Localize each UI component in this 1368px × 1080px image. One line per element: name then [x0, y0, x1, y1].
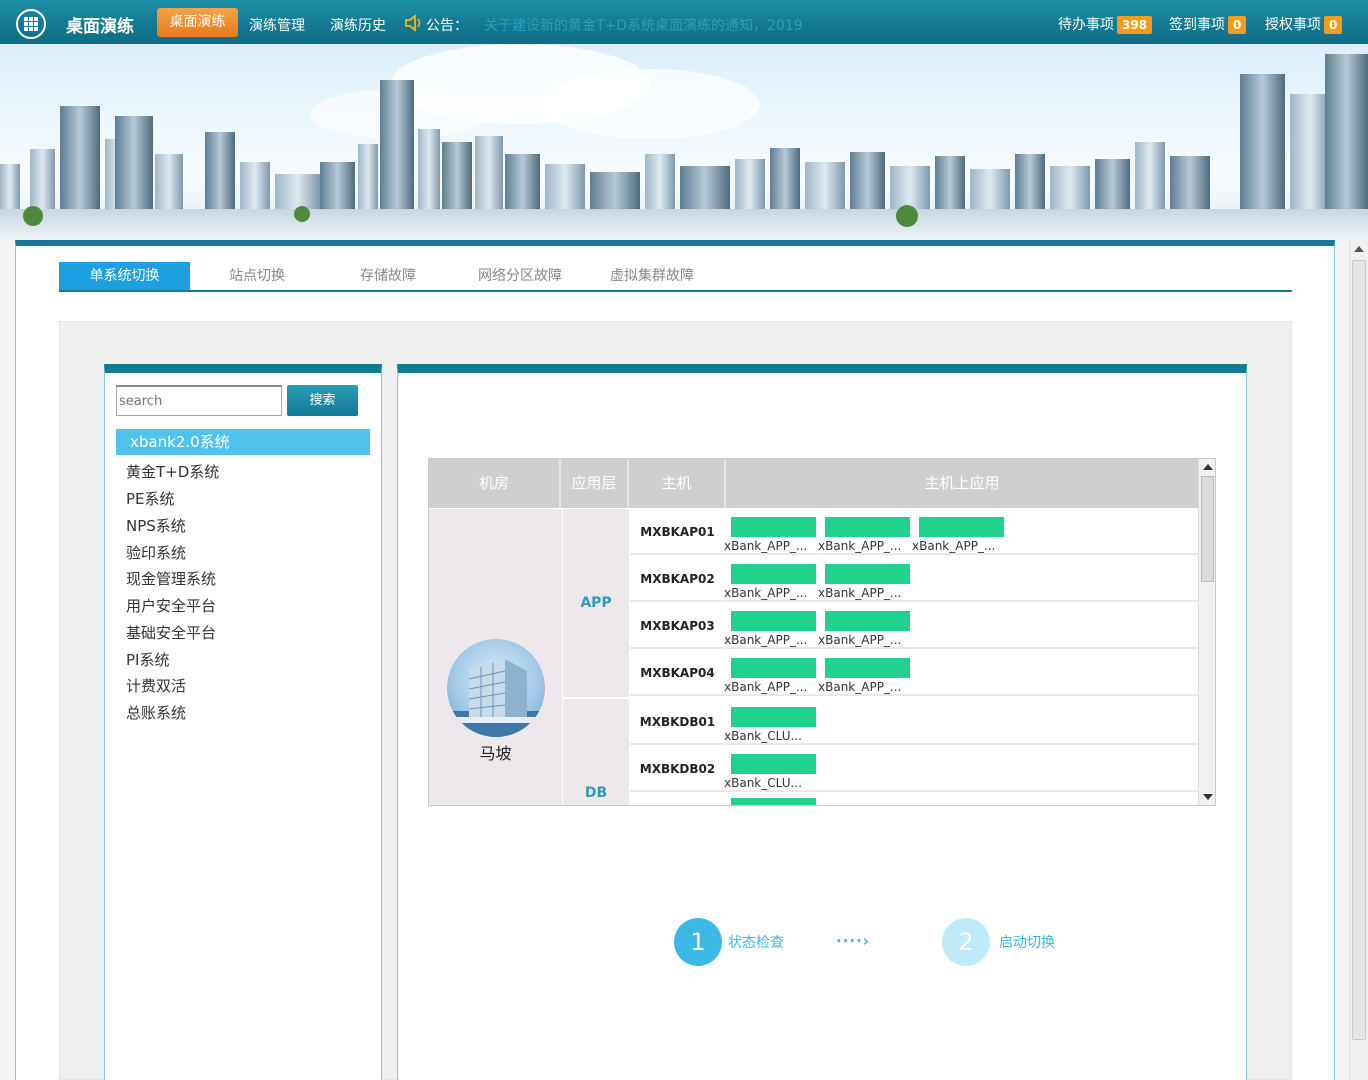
building-icon	[447, 659, 545, 737]
app-status-bar[interactable]	[825, 611, 910, 631]
header-room: 机房	[429, 459, 561, 508]
system-item-xbank[interactable]: xbank2.0系统	[116, 429, 370, 455]
scroll-down-icon[interactable]	[1203, 794, 1213, 800]
scroll-up-icon[interactable]	[1354, 246, 1364, 252]
step-2-circle[interactable]: 2	[942, 918, 990, 966]
skyline-image	[0, 44, 1368, 240]
todo-signin-label: 签到事项	[1169, 17, 1225, 33]
app-label: xBank_APP_...	[818, 633, 902, 647]
host-mxbkdb02[interactable]: MXBKDB02	[630, 746, 725, 792]
nav-drill-management[interactable]: 演练管理	[249, 15, 305, 35]
host-apps-row: xBank_CLU...	[724, 746, 1198, 792]
todo-authorize-label: 授权事项	[1265, 17, 1321, 33]
app-label: xBank_APP_...	[818, 680, 902, 694]
city-skyline-banner	[0, 44, 1368, 240]
page-scrollbar[interactable]	[1349, 240, 1368, 1080]
tab-storage-failure[interactable]: 存储故障	[340, 262, 436, 290]
layer-db: DB	[584, 785, 608, 801]
search-input[interactable]	[116, 385, 282, 416]
search-button[interactable]: 搜索	[287, 385, 358, 416]
todo-authorize[interactable]: 授权事项 0	[1265, 14, 1343, 34]
app-label: xBank_CLU...	[724, 776, 802, 790]
todo-signin-badge: 0	[1228, 16, 1247, 34]
todo-pending-badge: 398	[1117, 16, 1153, 34]
app-label: xBank_APP_...	[818, 539, 902, 553]
notice-label: 公告：	[426, 18, 468, 34]
app-label: xBank_APP_...	[724, 680, 808, 694]
step-1-circle[interactable]: 1	[674, 918, 722, 966]
system-item-gold-td[interactable]: 黄金T+D系统	[126, 461, 219, 482]
notice-marquee[interactable]: 关于建设新的黄金T+D系统桌面演练的通知，2019	[484, 15, 803, 35]
step-arrow-icon: ····›	[836, 932, 870, 950]
scroll-thumb[interactable]	[1201, 476, 1214, 582]
system-item-general-ledger[interactable]: 总账系统	[126, 702, 186, 723]
host-mxbkap02[interactable]: MXBKAP02	[630, 556, 725, 602]
app-status-bar[interactable]	[919, 517, 1004, 537]
drill-type-tabs: 单系统切换 站点切换 存储故障 网络分区故障 虚拟集群故障	[59, 262, 1292, 292]
todo-signin[interactable]: 签到事项 0	[1169, 14, 1247, 34]
app-label: xBank_APP_...	[818, 586, 902, 600]
app-status-bar[interactable]	[825, 517, 910, 537]
todo-authorize-badge: 0	[1324, 16, 1343, 34]
system-item-billing-active[interactable]: 计费双活	[126, 675, 186, 696]
app-status-bar[interactable]	[731, 798, 816, 805]
nav-drill-history[interactable]: 演练历史	[330, 15, 386, 35]
app-status-bar[interactable]	[731, 754, 816, 774]
nav-desktop-drill[interactable]: 桌面演练	[157, 8, 238, 37]
app-status-bar[interactable]	[731, 564, 816, 584]
host-apps-row: xBank_APP_... xBank_APP_...	[724, 650, 1198, 696]
app-label: xBank_APP_...	[724, 539, 808, 553]
system-item-seal-verification[interactable]: 验印系统	[126, 542, 186, 563]
tab-virtual-cluster-failure[interactable]: 虚拟集群故障	[597, 262, 707, 290]
top-bar: 桌面演练 桌面演练 演练管理 演练历史 公告： 关于建设新的黄金T+D系统桌面演…	[0, 0, 1368, 44]
system-item-base-security[interactable]: 基础安全平台	[126, 622, 216, 643]
todo-pending[interactable]: 待办事项 398	[1058, 14, 1153, 34]
scroll-thumb[interactable]	[1352, 260, 1366, 1040]
app-label: xBank_APP_...	[724, 633, 808, 647]
app-title: 桌面演练	[66, 17, 134, 37]
header-host: 主机	[629, 459, 726, 508]
app-status-bar[interactable]	[731, 611, 816, 631]
host-mxbkap01[interactable]: MXBKAP01	[630, 509, 725, 555]
host-mxbkap03[interactable]: MXBKAP03	[630, 603, 725, 649]
host-apps-row: xBank_CLU...	[724, 699, 1198, 745]
system-item-pi[interactable]: PI系统	[126, 649, 169, 670]
app-label: xBank_APP_...	[912, 539, 996, 553]
layer-app: APP	[580, 595, 612, 611]
step-2-label-start-switch[interactable]: 启动切换	[999, 932, 1055, 952]
host-apps-row: xBank_APP_... xBank_APP_... xBank_APP_..…	[724, 509, 1198, 555]
host-apps-row: xBank_APP_... xBank_APP_...	[724, 556, 1198, 602]
todo-pending-label: 待办事项	[1058, 17, 1114, 33]
system-item-user-security[interactable]: 用户安全平台	[126, 595, 216, 616]
room-cell: 马坡	[429, 509, 562, 805]
app-status-bar[interactable]	[825, 658, 910, 678]
app-status-bar[interactable]	[731, 707, 816, 727]
app-status-bar[interactable]	[825, 564, 910, 584]
building-image	[447, 639, 545, 737]
app-label: xBank_APP_...	[724, 586, 808, 600]
table-scrollbar[interactable]	[1198, 459, 1215, 805]
host-apps-row-partial	[726, 795, 1198, 805]
app-label: xBank_CLU...	[724, 729, 802, 743]
tab-single-system-switch[interactable]: 单系统切换	[59, 262, 190, 290]
speaker-icon	[405, 14, 421, 32]
host-app-table: 机房 应用层 主机 主机上应用 马坡 APP DB MXBKAP01 xBank…	[428, 458, 1216, 806]
app-status-bar[interactable]	[731, 658, 816, 678]
room-name: 马坡	[479, 744, 512, 763]
system-item-nps[interactable]: NPS系统	[126, 515, 186, 536]
scroll-up-icon[interactable]	[1203, 464, 1213, 470]
header-app-layer: 应用层	[561, 459, 629, 508]
system-item-pe[interactable]: PE系统	[126, 488, 175, 509]
tab-network-partition-failure[interactable]: 网络分区故障	[465, 262, 575, 290]
app-logo-icon[interactable]	[16, 9, 46, 39]
header-host-apps: 主机上应用	[726, 459, 1198, 508]
app-status-bar[interactable]	[731, 517, 816, 537]
host-mxbkap04[interactable]: MXBKAP04	[630, 650, 725, 696]
host-apps-row: xBank_APP_... xBank_APP_...	[724, 603, 1198, 649]
step-1-label-status-check[interactable]: 状态检查	[728, 932, 784, 952]
system-item-cash-management[interactable]: 现金管理系统	[126, 568, 216, 589]
tab-site-switch[interactable]: 站点切换	[209, 262, 305, 290]
host-mxbkdb01[interactable]: MXBKDB01	[630, 699, 725, 745]
